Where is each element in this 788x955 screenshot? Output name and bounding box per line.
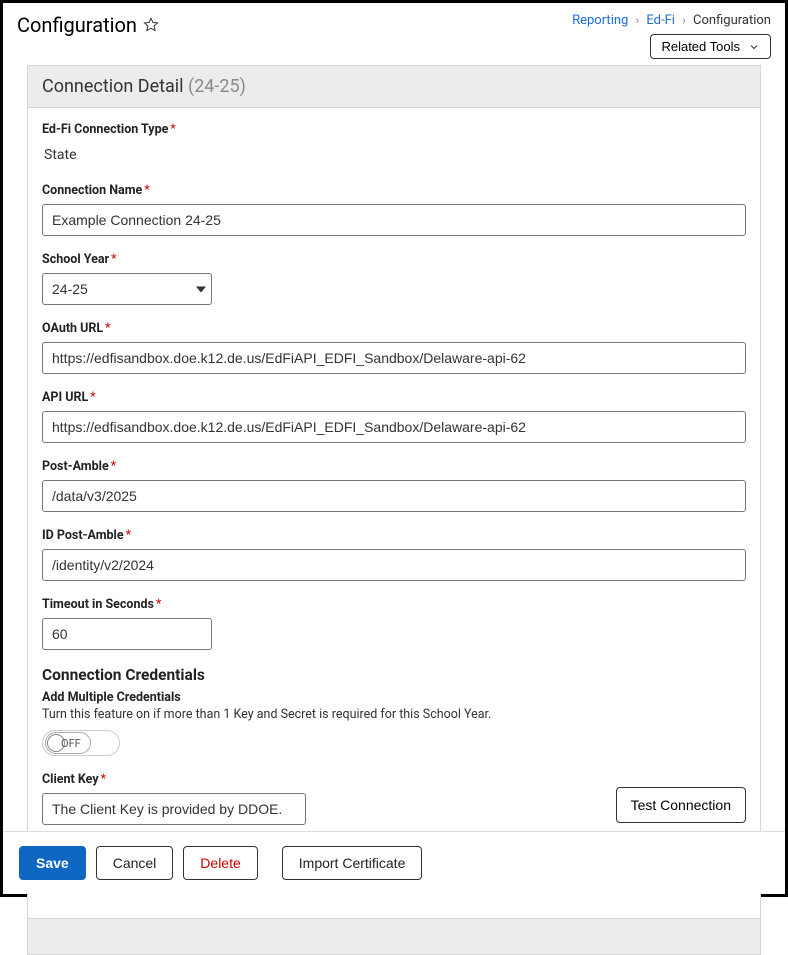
post-amble-input[interactable] xyxy=(42,480,746,512)
breadcrumb: Reporting › Ed-Fi › Configuration xyxy=(572,13,771,28)
credentials-section-title: Connection Credentials xyxy=(42,666,746,684)
add-multi-desc: Turn this feature on if more than 1 Key … xyxy=(42,707,746,722)
oauth-url-input[interactable] xyxy=(42,342,746,374)
chevron-down-icon xyxy=(748,41,760,53)
id-post-amble-input[interactable] xyxy=(42,549,746,581)
label-type: Ed-Fi Connection Type* xyxy=(42,122,746,137)
chevron-right-icon: › xyxy=(636,13,640,27)
timeout-input[interactable] xyxy=(42,618,212,650)
label-post-amble: Post-Amble* xyxy=(42,459,746,474)
label-oauth: OAuth URL* xyxy=(42,321,746,336)
panel-year: (24-25) xyxy=(188,76,246,97)
label-timeout: Timeout in Seconds* xyxy=(42,597,746,612)
page-title: Configuration xyxy=(17,13,137,37)
value-type: State xyxy=(42,143,746,167)
panel-header: Connection Detail (24-25) xyxy=(27,65,761,107)
related-tools-button[interactable]: Related Tools xyxy=(650,34,771,59)
connection-name-input[interactable] xyxy=(42,204,746,236)
save-button[interactable]: Save xyxy=(19,846,86,880)
add-multi-title: Add Multiple Credentials xyxy=(42,690,746,705)
label-api: API URL* xyxy=(42,390,746,405)
footer-bar: Save Cancel Delete Import Certificate xyxy=(3,831,785,894)
client-key-input[interactable] xyxy=(42,793,306,825)
label-client-key: Client Key* xyxy=(42,772,306,787)
test-connection-button[interactable]: Test Connection xyxy=(616,787,746,823)
star-icon[interactable] xyxy=(143,17,159,33)
panel-title: Connection Detail xyxy=(42,76,184,97)
chevron-right-icon: › xyxy=(682,13,686,27)
api-url-input[interactable] xyxy=(42,411,746,443)
breadcrumb-reporting[interactable]: Reporting xyxy=(572,13,628,28)
toggle-state-label: OFF xyxy=(61,737,81,750)
panel-gap xyxy=(27,919,761,955)
cancel-button[interactable]: Cancel xyxy=(96,846,174,880)
breadcrumb-current: Configuration xyxy=(693,13,771,28)
delete-button[interactable]: Delete xyxy=(183,846,257,880)
breadcrumb-edfi[interactable]: Ed-Fi xyxy=(646,13,675,28)
label-id-post-amble: ID Post-Amble* xyxy=(42,528,746,543)
import-certificate-button[interactable]: Import Certificate xyxy=(282,846,423,880)
related-tools-label: Related Tools xyxy=(661,39,740,54)
label-name: Connection Name* xyxy=(42,183,746,198)
school-year-select[interactable] xyxy=(42,273,212,305)
label-school-year: School Year* xyxy=(42,252,746,267)
